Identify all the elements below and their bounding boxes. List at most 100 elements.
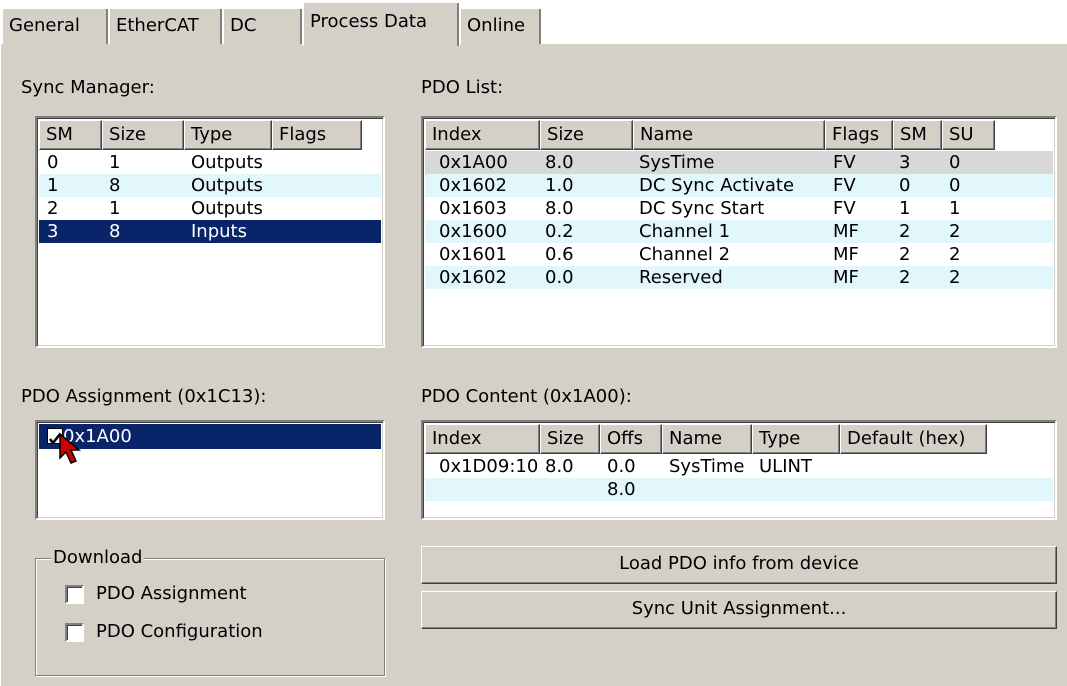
size-cell: 1.0 [545, 175, 574, 196]
column-header-name[interactable]: Name [662, 424, 752, 454]
type-cell: ULINT [759, 456, 812, 477]
column-header-sm[interactable]: SM [39, 120, 102, 150]
sync-manager-list[interactable]: SM Size Type Flags 0 1 Outputs 1 8 Outpu… [35, 116, 385, 348]
size-cell: 0.2 [545, 221, 574, 242]
name-cell: DC Sync Activate [639, 175, 795, 196]
table-row[interactable]: 0 1 Outputs [39, 151, 381, 174]
index-cell: 0x1602 [439, 175, 507, 196]
su-cell: 2 [949, 267, 961, 288]
sm-cell: 1 [899, 198, 911, 219]
sm-cell: 2 [899, 244, 911, 265]
pdo-assignment-checkbox[interactable] [65, 585, 84, 604]
size-cell: 0.6 [545, 244, 574, 265]
su-cell: 1 [949, 198, 961, 219]
flags-cell: FV [833, 152, 856, 173]
download-group [35, 558, 385, 676]
tab-dc[interactable]: DC [223, 8, 303, 44]
tab-online[interactable]: Online [460, 8, 542, 44]
su-cell: 2 [949, 221, 961, 242]
pdo-assignment-checkbox-label[interactable]: PDO Assignment [96, 583, 247, 605]
size-cell: 1 [109, 152, 121, 173]
pdo-content-label: PDO Content (0x1A00): [421, 386, 632, 407]
size-cell: 1 [109, 198, 121, 219]
flags-cell: MF [833, 244, 859, 265]
sm-cell: 1 [47, 175, 59, 196]
tab-process-data[interactable]: Process Data [303, 2, 460, 46]
table-row[interactable]: 2 1 Outputs [39, 197, 381, 220]
sm-cell: 2 [899, 267, 911, 288]
sync-manager-label: Sync Manager: [21, 77, 155, 98]
pdo-list[interactable]: Index Size Name Flags SM SU 0x1A00 8.0 S… [421, 116, 1057, 348]
column-header-name[interactable]: Name [633, 120, 825, 150]
type-cell: Inputs [191, 221, 247, 242]
pdo-assignment-item[interactable]: 0x1A00 [39, 424, 381, 449]
su-cell: 2 [949, 244, 961, 265]
flags-cell: MF [833, 221, 859, 242]
table-row-selected[interactable]: 3 8 Inputs [39, 220, 381, 243]
table-row[interactable]: 0x1601 0.6 Channel 2 MF 2 2 [425, 243, 1053, 266]
table-row[interactable]: 1 8 Outputs [39, 174, 381, 197]
flags-cell: FV [833, 198, 856, 219]
column-header-default[interactable]: Default (hex) [840, 424, 987, 454]
pdo-configuration-checkbox-label[interactable]: PDO Configuration [96, 621, 263, 643]
table-row[interactable]: 0x1602 0.0 Reserved MF 2 2 [425, 266, 1053, 289]
table-row[interactable]: 0x1A00 8.0 SysTime FV 3 0 [425, 151, 1053, 174]
table-row[interactable]: 0x1603 8.0 DC Sync Start FV 1 1 [425, 197, 1053, 220]
index-cell: 0x1602 [439, 267, 507, 288]
pdo-content-list[interactable]: Index Size Offs Name Type Default (hex) … [421, 420, 1057, 520]
tab-general[interactable]: General [2, 8, 109, 44]
type-cell: Outputs [191, 152, 263, 173]
name-cell: Channel 2 [639, 244, 731, 265]
size-cell: 8.0 [545, 198, 574, 219]
pdo-configuration-checkbox[interactable] [65, 623, 84, 642]
column-header-sm[interactable]: SM [893, 120, 942, 150]
column-header-type[interactable]: Type [752, 424, 840, 454]
name-cell: SysTime [669, 456, 745, 477]
offs-cell: 0.0 [607, 456, 636, 477]
index-cell: 0x1601 [439, 244, 507, 265]
name-cell: Reserved [639, 267, 723, 288]
index-cell: 0x1A00 [439, 152, 508, 173]
su-cell: 0 [949, 152, 961, 173]
column-header-index[interactable]: Index [425, 120, 540, 150]
column-header-offs[interactable]: Offs [600, 424, 662, 454]
load-pdo-info-button[interactable]: Load PDO info from device [421, 546, 1057, 584]
index-cell: 0x1600 [439, 221, 507, 242]
name-cell: SysTime [639, 152, 715, 173]
table-row[interactable]: 0x1602 1.0 DC Sync Activate FV 0 0 [425, 174, 1053, 197]
size-cell: 8 [109, 221, 121, 242]
column-header-flags[interactable]: Flags [272, 120, 362, 150]
pdo-list-label: PDO List: [421, 77, 504, 98]
pdo-assignment-list[interactable]: 0x1A00 [35, 420, 385, 520]
flags-cell: FV [833, 175, 856, 196]
column-header-su[interactable]: SU [942, 120, 995, 150]
sm-cell: 3 [899, 152, 911, 173]
flags-cell: MF [833, 267, 859, 288]
column-header-flags[interactable]: Flags [825, 120, 893, 150]
table-row[interactable]: 0x1D09:10 8.0 0.0 SysTime ULINT [425, 455, 1053, 478]
index-cell: 0x1603 [439, 198, 507, 219]
sync-unit-assignment-button[interactable]: Sync Unit Assignment... [421, 591, 1057, 629]
size-cell: 8 [109, 175, 121, 196]
sm-cell: 2 [47, 198, 59, 219]
type-cell: Outputs [191, 198, 263, 219]
mouse-pointer-icon [59, 432, 82, 464]
sm-cell: 2 [899, 221, 911, 242]
column-header-size[interactable]: Size [540, 120, 633, 150]
size-cell: 8.0 [545, 152, 574, 173]
size-cell: 0.0 [545, 267, 574, 288]
column-header-index[interactable]: Index [425, 424, 540, 454]
table-row[interactable]: 8.0 [425, 478, 1053, 501]
su-cell: 0 [949, 175, 961, 196]
tab-ethercat[interactable]: EtherCAT [109, 8, 223, 44]
tab-bar: General EtherCAT DC Process Data Online [0, 0, 1067, 46]
size-cell: 8.0 [545, 456, 574, 477]
pdo-assignment-label: PDO Assignment (0x1C13): [21, 386, 267, 407]
offs-cell: 8.0 [607, 479, 636, 500]
name-cell: Channel 1 [639, 221, 731, 242]
column-header-size[interactable]: Size [540, 424, 600, 454]
index-cell: 0x1D09:10 [439, 456, 539, 477]
table-row[interactable]: 0x1600 0.2 Channel 1 MF 2 2 [425, 220, 1053, 243]
column-header-type[interactable]: Type [184, 120, 272, 150]
column-header-size[interactable]: Size [102, 120, 184, 150]
